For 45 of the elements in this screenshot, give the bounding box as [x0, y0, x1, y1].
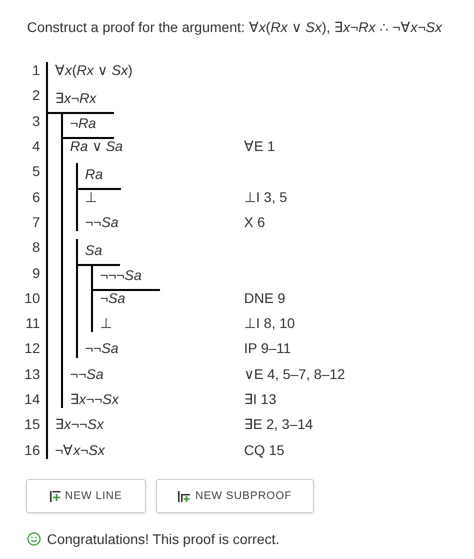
line-number: 2	[31, 86, 40, 106]
new-line-button[interactable]: NEW LINE	[26, 478, 146, 513]
formula: ⊥	[100, 314, 112, 334]
add-line-icon	[50, 490, 61, 502]
line-number: 6	[31, 188, 40, 207]
justification: X 6	[244, 212, 266, 232]
line-number: 16	[23, 440, 40, 460]
line-number: 9	[31, 264, 40, 283]
justification: IP 9–11	[244, 339, 291, 358]
formula: ⊥	[85, 188, 97, 207]
result-message: Congratulations! This proof is correct.	[47, 530, 280, 549]
add-subproof-icon	[178, 490, 192, 502]
justification: DNE 9	[244, 288, 286, 308]
justification: ∃E 2, 3–14	[244, 415, 313, 434]
line-number: 4	[31, 137, 40, 156]
formula: ¬¬Sa	[85, 212, 118, 232]
formula: ∃x¬¬Sx	[70, 390, 119, 409]
new-subproof-button[interactable]: NEW SUBPROOF	[156, 478, 314, 513]
formula: ∃x¬¬Sx	[55, 415, 104, 434]
smiley-icon	[27, 532, 41, 546]
line-number: 7	[31, 212, 40, 232]
justification: ⊥I 8, 10	[244, 314, 295, 334]
line-number: 5	[31, 162, 40, 182]
line-number: 12	[23, 339, 40, 358]
line-number: 15	[23, 415, 40, 434]
line-number: 13	[23, 364, 40, 384]
formula: ¬Sa	[100, 288, 126, 308]
justification: ∀E 1	[244, 137, 276, 156]
formula: ¬∀x¬Sx	[55, 440, 105, 460]
line-number: 3	[31, 112, 40, 131]
formula: ¬¬Sa	[85, 339, 118, 358]
prompt-text: Construct a proof for the argument: ∀x(Rx ∨ Sx), ∃x¬Rx ∴ ¬∀x¬Sx	[27, 19, 442, 35]
justification: ⊥I 3, 5	[244, 188, 288, 207]
line-number: 11	[24, 314, 40, 334]
justification: ∨E 4, 5–7, 8–12	[244, 364, 346, 384]
line-number: 8	[31, 238, 40, 258]
justification: CQ 15	[244, 440, 284, 460]
line-number: 14	[23, 390, 40, 409]
formula: ¬¬Sa	[70, 364, 104, 384]
line-number: 1	[31, 61, 40, 80]
formula: Ra ∨ Sa	[70, 137, 123, 156]
formula: ¬¬¬Sa	[93, 261, 160, 292]
justification: ∃I 13	[244, 390, 276, 409]
line-number: 10	[23, 288, 40, 308]
formula: ∀x(Rx ∨ Sx)	[55, 61, 133, 80]
